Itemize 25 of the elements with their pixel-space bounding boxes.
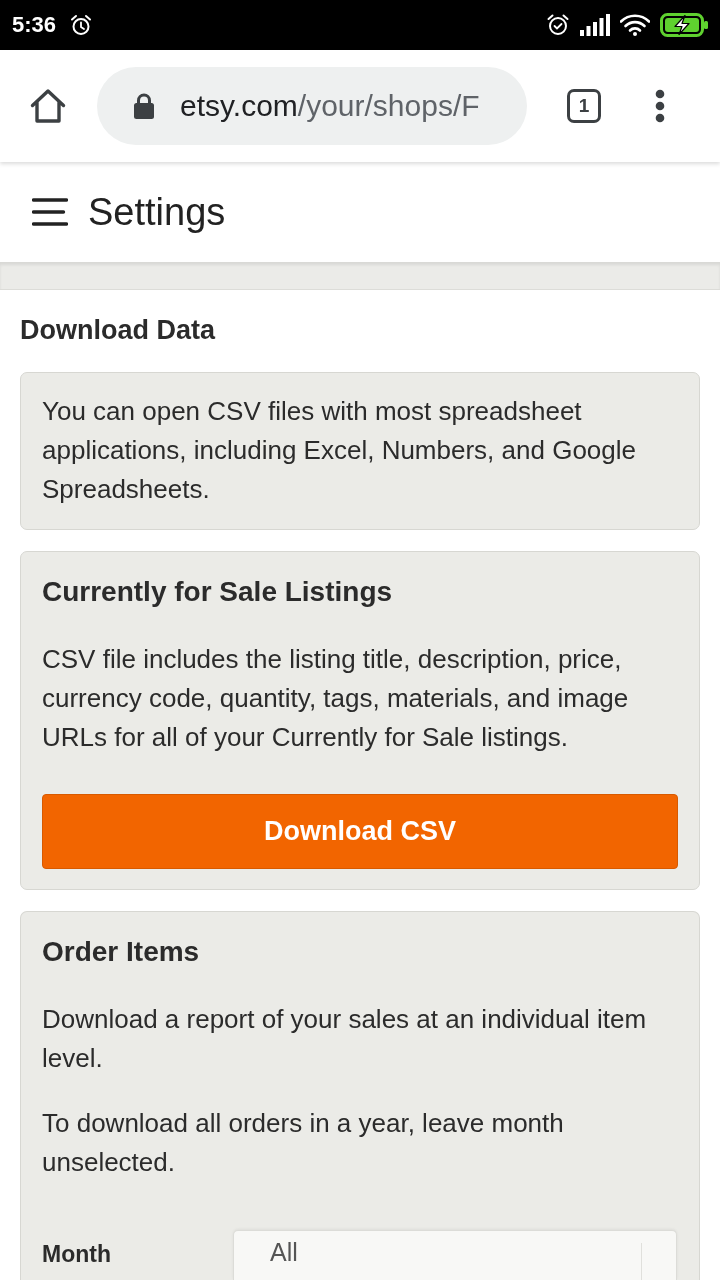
signal-icon <box>580 14 610 36</box>
tab-switcher-button[interactable]: 1 <box>567 89 601 123</box>
section-heading: Download Data <box>20 314 217 347</box>
home-button[interactable] <box>30 88 66 124</box>
card-title: Currently for Sale Listings <box>42 575 394 609</box>
more-menu-button[interactable] <box>655 89 665 123</box>
home-icon <box>30 88 66 124</box>
card-text: CSV file includes the listing title, description, price, currency code, quantity, tags, materials, and image URLs for all of your Currently for Sale listings. <box>42 643 630 754</box>
lock-icon <box>133 93 155 119</box>
field-label: Month <box>42 1240 112 1269</box>
more-options-icon <box>655 89 665 123</box>
alarm-check-icon <box>546 13 570 37</box>
page-title: Settings <box>88 190 226 234</box>
battery-charging-icon <box>660 13 708 37</box>
card-text: You can open CSV files with most spreadsheet applications, including Excel, Numbers, and Google Spreadsheets. <box>42 395 637 506</box>
alarm-clock-icon <box>70 14 93 36</box>
select-field[interactable]: All <box>233 1230 677 1280</box>
card-title: Order Items <box>42 935 201 969</box>
status-time: 5:36 <box>12 12 57 38</box>
wifi-icon <box>620 14 650 36</box>
card-text: To download all orders in a year, leave month unselected. <box>42 1107 565 1179</box>
menu-icon <box>32 198 68 226</box>
card-text: Download a report of your sales at an individual item level. <box>42 1003 648 1075</box>
menu-button[interactable] <box>32 198 68 226</box>
address-bar[interactable]: etsy.com/your/shops/F <box>97 67 527 145</box>
